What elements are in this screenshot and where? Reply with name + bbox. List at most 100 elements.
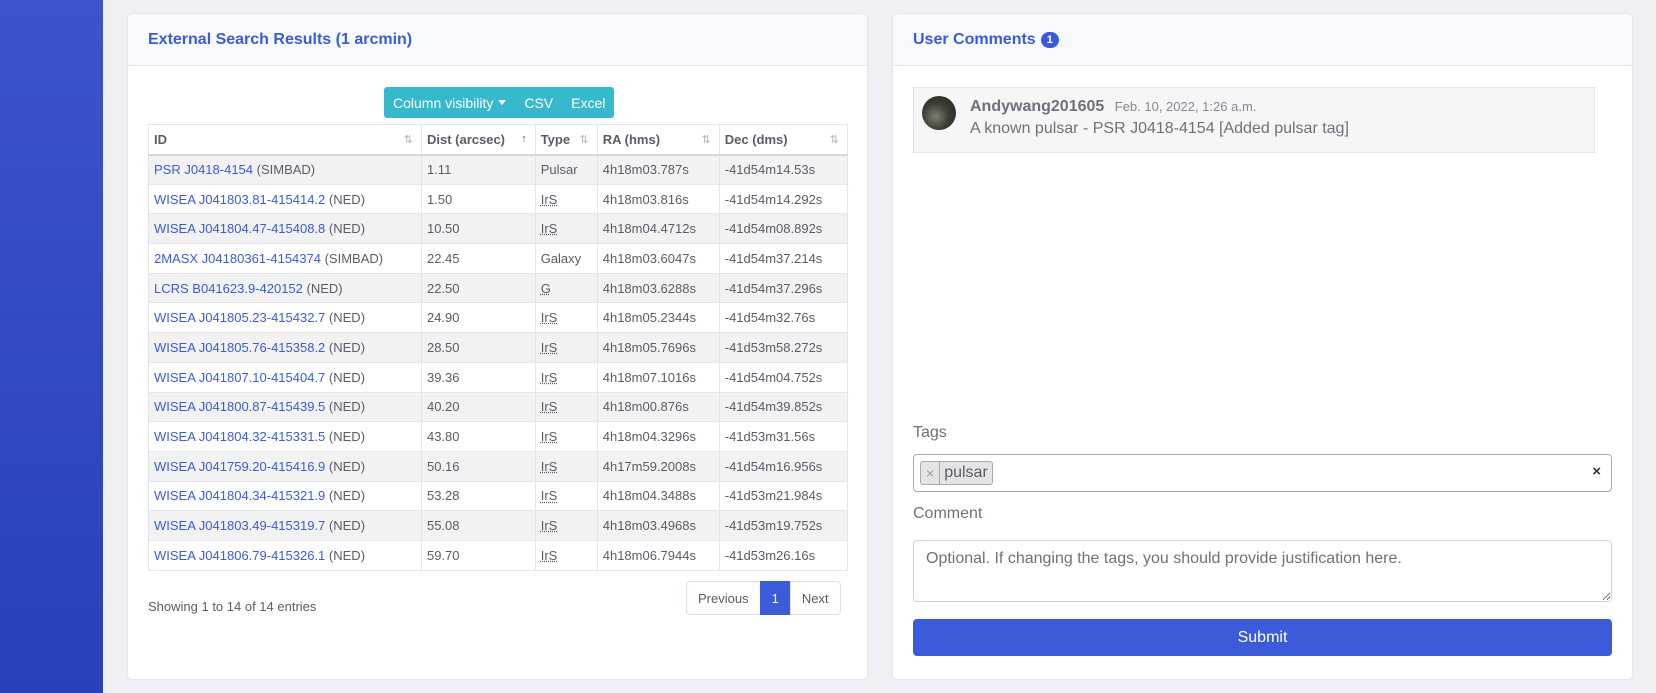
table-info: Showing 1 to 14 of 14 entries [148, 599, 317, 614]
cell-id: WISEA J041804.47-415408.8 (NED) [148, 213, 422, 245]
cell-id: LCRS B041623.9-420152 (NED) [148, 272, 422, 304]
comment-label: Comment [913, 505, 983, 522]
cell-ra: 4h18m03.4968s [596, 510, 720, 541]
csv-button[interactable]: CSV [515, 87, 563, 118]
comment-text: A known pulsar - PSR J0418-4154 [Added p… [970, 120, 1349, 137]
type-label: IrS [540, 310, 558, 326]
cell-dec: -41d54m08.892s [718, 213, 849, 245]
source-label: (SIMBAD) [256, 162, 316, 178]
type-label: IrS [540, 458, 558, 474]
cell-dist: 53.28 [420, 480, 536, 512]
comment-body: Andywang201605 Feb. 10, 2022, 1:26 a.m. … [970, 98, 1349, 138]
object-link[interactable]: WISEA J041800.87-415439.5 [154, 399, 325, 414]
table-row: WISEA J041759.20-415416.9 (NED) 50.16 IrS 4… [148, 450, 849, 482]
source-label: (NED) [328, 458, 366, 474]
clear-tags-icon[interactable]: × [1592, 463, 1601, 480]
cell-type: IrS [534, 510, 598, 541]
source-label: (NED) [328, 488, 366, 504]
search-results-card: External Search Results (1 arcmin) Colum… [127, 13, 868, 680]
comment-textarea[interactable] [913, 540, 1612, 602]
cell-type: IrS [534, 480, 598, 512]
object-link[interactable]: 2MASX J04180361-4154374 [154, 251, 321, 266]
object-link[interactable]: PSR J0418-4154 [154, 162, 253, 177]
cell-type: IrS [534, 421, 598, 452]
object-link[interactable]: WISEA J041804.32-415331.5 [154, 429, 325, 444]
cell-id: WISEA J041759.20-415416.9 (NED) [148, 450, 422, 482]
type-label: IrS [540, 429, 558, 445]
table-row: WISEA J041807.10-415404.7 (NED) 39.36 IrS 4… [148, 361, 849, 393]
cell-ra: 4h18m05.2344s [596, 302, 720, 334]
cell-type: IrS [534, 183, 598, 215]
table-row: WISEA J041803.81-415414.2 (NED) 1.50 IrS 4h… [148, 183, 849, 215]
source-label: (NED) [328, 547, 366, 563]
cell-dist: 22.45 [420, 243, 536, 274]
table-row: WISEA J041805.76-415358.2 (NED) 28.50 IrS 4… [148, 332, 849, 363]
column-header-ra[interactable]: RA (hms) ⇅ [596, 124, 720, 156]
comment-count-badge: 1 [1040, 31, 1059, 48]
object-link[interactable]: LCRS B041623.9-420152 [154, 281, 303, 296]
cell-dist: 24.90 [420, 302, 536, 334]
object-link[interactable]: WISEA J041759.20-415416.9 [154, 459, 325, 474]
cell-type: Pulsar [534, 154, 598, 185]
cell-dec: -41d54m14.292s [718, 183, 849, 215]
tag-label: pulsar [944, 464, 988, 481]
next-page-button[interactable]: Next [789, 581, 841, 615]
table-row: WISEA J041805.23-415432.7 (NED) 24.90 IrS 4… [148, 302, 849, 334]
type-label: IrS [540, 399, 558, 415]
table-row: WISEA J041803.49-415319.7 (NED) 55.08 IrS 4… [148, 510, 849, 541]
column-visibility-button[interactable]: Column visibility [384, 87, 516, 118]
source-label: (NED) [306, 280, 343, 296]
column-header-dec[interactable]: Dec (dms) ⇅ [718, 124, 849, 156]
cell-ra: 4h18m04.3488s [596, 480, 720, 512]
cell-type: IrS [534, 332, 598, 363]
remove-tag-icon[interactable]: × [921, 462, 941, 484]
column-header-type[interactable]: Type ⇅ [534, 124, 598, 156]
source-label: (NED) [328, 429, 366, 445]
source-label: (NED) [328, 310, 366, 326]
cell-id: WISEA J041800.87-415439.5 (NED) [148, 391, 422, 423]
cell-ra: 4h18m05.7696s [596, 332, 720, 363]
source-label: (NED) [328, 221, 366, 237]
type-label: IrS [540, 547, 558, 563]
tags-input[interactable]: × pulsar × [913, 454, 1612, 492]
cell-dist: 55.08 [420, 510, 536, 541]
cell-type: G [534, 272, 598, 304]
cell-dec: -41d53m19.752s [718, 510, 849, 541]
object-link[interactable]: WISEA J041805.76-415358.2 [154, 340, 325, 355]
cell-ra: 4h18m04.4712s [596, 213, 720, 245]
cell-dec: -41d54m14.53s [718, 154, 849, 185]
table-row: WISEA J041804.32-415331.5 (NED) 43.80 IrS 4… [148, 421, 849, 452]
cell-ra: 4h18m03.787s [596, 154, 720, 185]
cell-type: IrS [534, 539, 598, 571]
user-comments-header: User Comments 1 [893, 14, 1632, 66]
sort-icon: ⇅ [403, 134, 413, 146]
object-link[interactable]: WISEA J041804.47-415408.8 [154, 221, 325, 236]
tags-label: Tags [913, 424, 947, 441]
column-header-id[interactable]: ID ⇅ [148, 124, 422, 156]
column-header-dist[interactable]: Dist (arcsec) ↑ [420, 124, 536, 156]
excel-button[interactable]: Excel [562, 87, 615, 118]
object-link[interactable]: WISEA J041803.49-415319.7 [154, 518, 325, 533]
source-label: (NED) [328, 339, 366, 355]
sort-ascending-icon: ↑ [521, 133, 527, 145]
type-label: IrS [540, 488, 558, 504]
previous-page-button[interactable]: Previous [686, 581, 761, 615]
cell-ra: 4h17m59.2008s [596, 450, 720, 482]
cell-dist: 1.11 [420, 154, 536, 185]
object-link[interactable]: WISEA J041807.10-415404.7 [154, 370, 325, 385]
page-1-button[interactable]: 1 [759, 581, 791, 615]
sidebar [0, 0, 103, 693]
cell-type: Galaxy [534, 243, 598, 274]
cell-id: WISEA J041806.79-415326.1 (NED) [148, 539, 422, 571]
object-link[interactable]: WISEA J041803.81-415414.2 [154, 192, 325, 207]
type-label: IrS [540, 339, 558, 355]
cell-id: WISEA J041804.34-415321.9 (NED) [148, 480, 422, 512]
cell-dist: 50.16 [420, 450, 536, 482]
cell-dist: 39.36 [420, 361, 536, 393]
object-link[interactable]: WISEA J041806.79-415326.1 [154, 548, 325, 563]
object-link[interactable]: WISEA J041805.23-415432.7 [154, 310, 325, 325]
submit-button[interactable]: Submit [913, 619, 1612, 656]
comment-date: Feb. 10, 2022, 1:26 a.m. [1114, 99, 1257, 114]
cell-type: IrS [534, 450, 598, 482]
object-link[interactable]: WISEA J041804.34-415321.9 [154, 488, 325, 503]
